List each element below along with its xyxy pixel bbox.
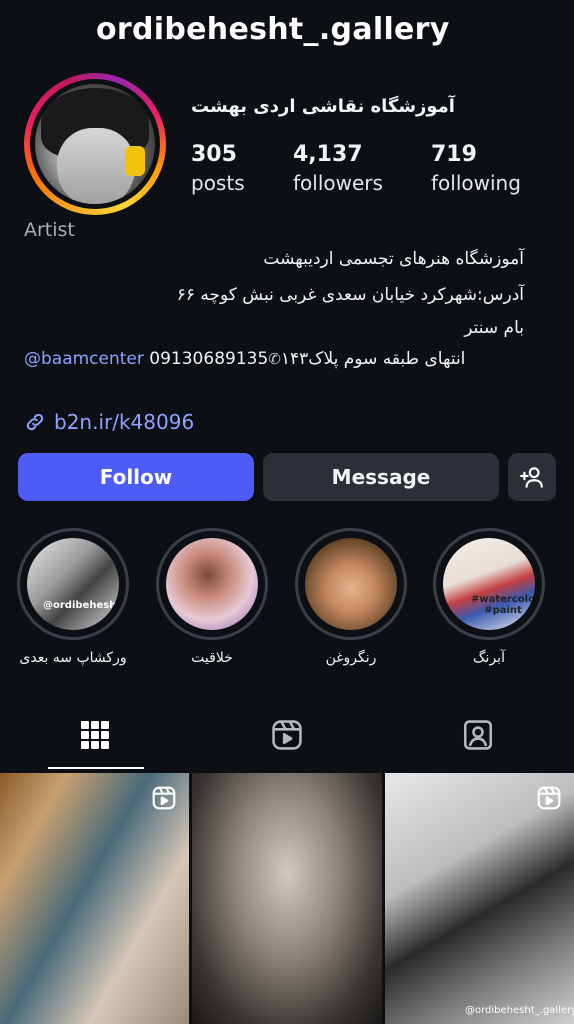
follow-button[interactable]: Follow [18,453,254,501]
stat-following-value: 719 [431,142,477,167]
stat-followers[interactable]: 4,137 followers [293,142,383,195]
add-user-icon [520,467,543,488]
reel-badge-icon [152,786,176,810]
bio-line: بام سنتر [464,318,524,338]
stat-posts: 305 posts [191,142,245,195]
posts-grid: @ordibehesht_.gallery [0,773,574,1024]
highlight-item[interactable]: خلاقیت [156,528,268,666]
tagged-icon [463,720,493,750]
grid-icon [81,721,109,749]
stat-followers-label: followers [293,171,383,195]
message-button[interactable]: Message [263,453,499,501]
stat-posts-value: 305 [191,142,237,167]
add-user-button[interactable] [508,453,556,501]
highlight-cover: @ordibehesht [27,538,119,630]
profile-avatar[interactable] [24,73,166,215]
stat-following-label: following [431,171,521,195]
avatar-face [57,128,135,204]
bio-line-contact: @baamcenter 09130689135✆انتهای طبقه سوم … [24,349,465,369]
highlight-label: رنگروغن [325,650,377,666]
highlight-ring: #watercolor #paint [433,528,545,640]
avatar-inner [30,79,160,209]
highlight-label: خلاقیت [191,650,233,666]
post-thumbnail[interactable] [192,773,382,1024]
highlight-ring [295,528,407,640]
active-tab-indicator [48,767,144,769]
bio-line: آموزشگاه هنرهای تجسمی اردیبهشت [263,249,524,269]
highlight-overlay-text: @ordibehesht [43,600,119,611]
tab-posts-grid[interactable] [75,715,115,755]
post-watermark: @ordibehesht_.gallery [465,1005,574,1016]
highlight-cover [166,538,258,630]
bio-address-end: انتهای طبقه سوم پلاک۱۴۳ [280,349,466,369]
highlight-cover [305,538,397,630]
profile-link-text: b2n.ir/k48096 [54,410,195,434]
post-thumbnail[interactable] [0,773,189,1024]
tab-tagged[interactable] [458,715,498,755]
highlight-ring [156,528,268,640]
highlight-cover: #watercolor #paint [443,538,535,630]
highlight-item[interactable]: @ordibehesht ورکشاپ سه بعدی [17,528,129,666]
stat-followers-value: 4,137 [293,142,363,167]
post-thumbnail[interactable]: @ordibehesht_.gallery [385,773,574,1024]
bio-line: آدرس:شهرکرد خیابان سعدی غربی نبش کوچه ۶۶ [176,285,524,305]
reels-icon [272,720,302,750]
profile-username: ordibehesht_.gallery [96,12,450,47]
highlight-item[interactable]: رنگروغن [295,528,407,666]
tab-reels[interactable] [267,715,307,755]
stat-posts-label: posts [191,171,245,195]
avatar-badge [125,146,145,176]
bio-phone: 09130689135 [149,349,269,369]
highlight-item[interactable]: #watercolor #paint آبرنگ [433,528,545,666]
highlight-label: ورکشاپ سه بعدی [19,650,127,666]
profile-display-name: آموزشگاه نقاشی اردی بهشت [191,96,455,117]
profile-link[interactable]: b2n.ir/k48096 [24,410,194,434]
phone-icon: ✆ [268,350,281,368]
profile-category: Artist [24,219,75,241]
highlight-ring: @ordibehesht [17,528,129,640]
link-icon [26,413,44,431]
reel-badge-icon [537,786,561,810]
highlight-overlay-text: #watercolor #paint [471,594,535,616]
profile-tabs [0,700,574,770]
bio-mention-link[interactable]: @baamcenter [24,349,144,369]
stat-following[interactable]: 719 following [431,142,521,195]
avatar-photo [35,84,155,204]
highlight-label: آبرنگ [473,650,505,666]
